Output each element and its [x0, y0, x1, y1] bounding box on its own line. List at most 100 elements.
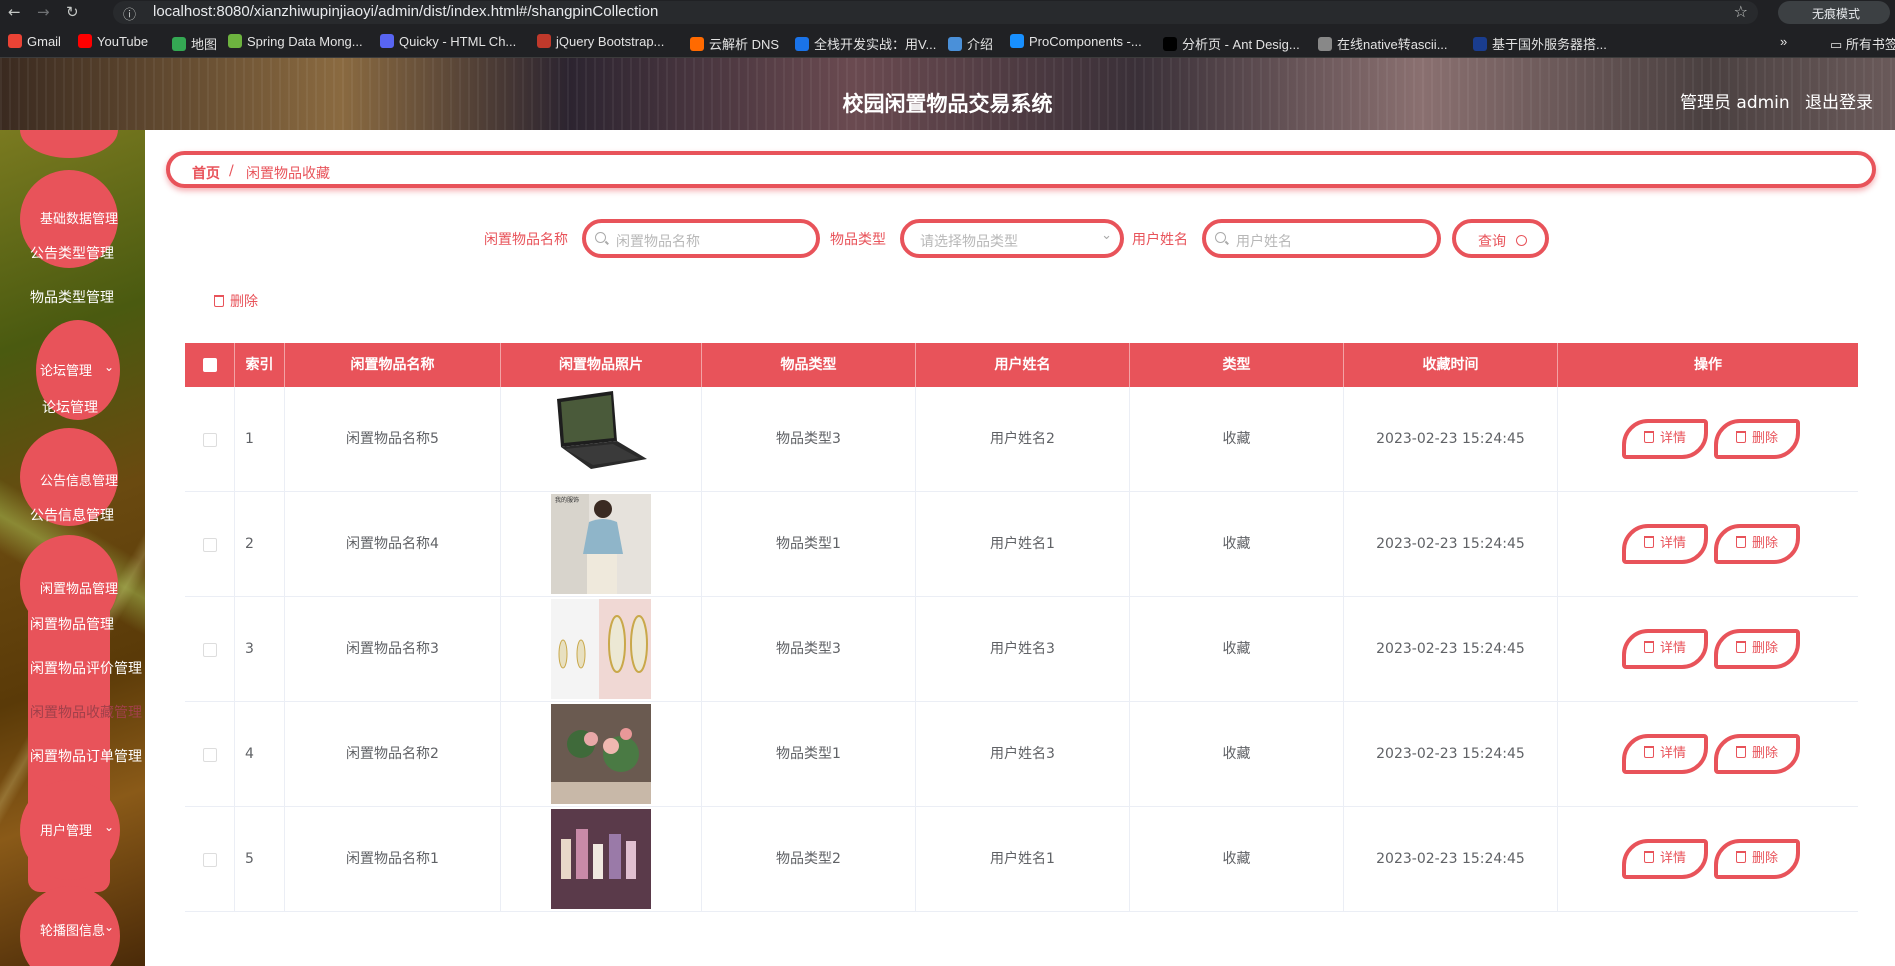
all-bookmarks[interactable]: ▭ 所有书签 [1830, 34, 1895, 53]
doc-icon [1643, 536, 1654, 548]
site-info-icon[interactable]: ⓘ [123, 4, 136, 23]
row-user: 用户姓名2 [916, 387, 1130, 492]
row-checkbox[interactable] [203, 433, 217, 447]
delete-button[interactable]: 删除 [1714, 839, 1800, 879]
bookmark-item[interactable]: 分析页 - Ant Desig... [1163, 34, 1300, 53]
header-kind: 类型 [1130, 343, 1344, 387]
row-select-cell [185, 597, 235, 702]
bookmark-item[interactable]: 在线native转ascii... [1318, 34, 1448, 53]
bookmark-favicon-icon [795, 37, 809, 51]
menu-item-goods-collection[interactable]: 闲置物品收藏管理 [30, 702, 142, 722]
row-select-cell [185, 387, 235, 492]
search-icon [1516, 235, 1527, 246]
address-bar[interactable]: ⓘ localhost:8080/xianzhiwupinjiaoyi/admi… [113, 1, 1758, 24]
bookmarks-overflow-icon[interactable]: » [1780, 34, 1787, 49]
detail-button[interactable]: 详情 [1622, 629, 1708, 669]
bookmark-item[interactable]: 云解析 DNS [690, 34, 779, 53]
bookmark-item[interactable]: jQuery Bootstrap... [537, 34, 664, 49]
bookmark-favicon-icon [1473, 37, 1487, 51]
back-icon[interactable]: ← [8, 3, 21, 21]
detail-button-label: 详情 [1659, 431, 1686, 446]
header-type: 物品类型 [702, 343, 916, 387]
row-kind: 收藏 [1130, 807, 1344, 912]
trash-icon [1735, 641, 1746, 653]
bookmark-item[interactable]: 全栈开发实战：用V... [795, 34, 936, 53]
menu-forum[interactable]: 论坛管理 [40, 360, 92, 379]
delete-button-label: 删除 [1751, 431, 1778, 446]
bookmark-item[interactable]: ProComponents -... [1010, 34, 1142, 49]
row-checkbox[interactable] [203, 748, 217, 762]
row-index: 4 [235, 702, 285, 807]
menu-item-notice[interactable]: 公告信息管理 [30, 505, 114, 525]
row-index: 2 [235, 492, 285, 597]
forward-icon[interactable]: → [37, 3, 50, 21]
menu-item-goods[interactable]: 闲置物品管理 [30, 614, 114, 634]
logout-button[interactable]: 退出登录 [1805, 88, 1873, 113]
chevron-down-icon: ⌄ [104, 360, 115, 374]
menu-carousel[interactable]: 轮播图信息 [40, 920, 105, 939]
detail-button[interactable]: 详情 [1622, 419, 1708, 459]
row-kind: 收藏 [1130, 597, 1344, 702]
reload-icon[interactable]: ↻ [66, 3, 79, 21]
filter-name-input[interactable]: 闲置物品名称 [582, 219, 820, 258]
batch-delete-button[interactable]: 删除 [214, 291, 258, 311]
detail-button-label: 详情 [1659, 851, 1686, 866]
header-name: 闲置物品名称 [285, 343, 501, 387]
query-button[interactable]: 查询 [1452, 219, 1549, 258]
row-checkbox[interactable] [203, 853, 217, 867]
row-index: 3 [235, 597, 285, 702]
select-all-checkbox[interactable] [203, 358, 217, 372]
bookmarks-bar: » ▭ 所有书签 Gmail YouTube 地图 Spring Data Mong.… [0, 26, 1895, 58]
breadcrumb: 首页 / 闲置物品收藏 [166, 151, 1876, 188]
bookmark-item[interactable]: 地图 [172, 34, 217, 53]
breadcrumb-home[interactable]: 首页 [192, 163, 220, 183]
bookmark-star-icon[interactable]: ☆ [1734, 2, 1748, 21]
row-checkbox[interactable] [203, 538, 217, 552]
detail-button-label: 详情 [1659, 746, 1686, 761]
row-user: 用户姓名3 [916, 597, 1130, 702]
detail-button[interactable]: 详情 [1622, 839, 1708, 879]
menu-basic-data[interactable]: 基础数据管理 [40, 208, 118, 227]
bookmark-label: 全栈开发实战：用V... [814, 37, 937, 52]
filter-name-label: 闲置物品名称 [484, 232, 568, 248]
menu-user[interactable]: 用户管理 [40, 820, 92, 839]
incognito-badge[interactable]: 无痕模式 [1778, 1, 1890, 24]
row-type: 物品类型2 [702, 807, 916, 912]
filter-user-input[interactable]: 用户姓名 [1202, 219, 1441, 258]
detail-button[interactable]: 详情 [1622, 524, 1708, 564]
delete-button[interactable]: 删除 [1714, 524, 1800, 564]
row-user: 用户姓名1 [916, 807, 1130, 912]
filter-type-select[interactable]: 请选择物品类型 ⌄ [900, 219, 1124, 258]
bookmark-favicon-icon [380, 34, 394, 48]
row-time: 2023-02-23 15:24:45 [1344, 807, 1558, 912]
bookmark-favicon-icon [78, 34, 92, 48]
bookmark-item[interactable]: 介绍 [948, 34, 993, 53]
delete-button[interactable]: 删除 [1714, 629, 1800, 669]
header-user: 用户姓名 [916, 343, 1130, 387]
menu-notice[interactable]: 公告信息管理 [40, 470, 118, 489]
bookmark-item[interactable]: Gmail [8, 34, 61, 49]
row-user: 用户姓名1 [916, 492, 1130, 597]
menu-item-forum[interactable]: 论坛管理 [42, 397, 98, 417]
table-row: 2 闲置物品名称4 我的服饰 物品类型1 用户姓名1 收藏 2023-02-23 15:24… [185, 492, 1858, 597]
bookmark-item[interactable]: 基于国外服务器搭... [1473, 34, 1607, 53]
row-photo-cell [501, 702, 702, 807]
doc-icon [1643, 641, 1654, 653]
delete-button[interactable]: 删除 [1714, 419, 1800, 459]
bookmark-item[interactable]: Spring Data Mong... [228, 34, 363, 49]
delete-button[interactable]: 删除 [1714, 734, 1800, 774]
menu-goods[interactable]: 闲置物品管理 [40, 578, 118, 597]
menu-item-goods-type[interactable]: 物品类型管理 [30, 287, 114, 307]
bookmark-item[interactable]: YouTube [78, 34, 148, 49]
header-index: 索引 [235, 343, 285, 387]
bookmark-item[interactable]: Quicky - HTML Ch... [380, 34, 516, 49]
batch-delete-label: 删除 [230, 294, 258, 310]
detail-button[interactable]: 详情 [1622, 734, 1708, 774]
row-index: 1 [235, 387, 285, 492]
row-checkbox[interactable] [203, 643, 217, 657]
admin-user: 管理员 admin [1680, 93, 1790, 113]
menu-item-goods-order[interactable]: 闲置物品订单管理 [30, 746, 142, 766]
menu-item-goods-comment[interactable]: 闲置物品评价管理 [30, 658, 142, 678]
row-name: 闲置物品名称3 [285, 597, 501, 702]
menu-item-notice-type[interactable]: 公告类型管理 [30, 243, 114, 263]
